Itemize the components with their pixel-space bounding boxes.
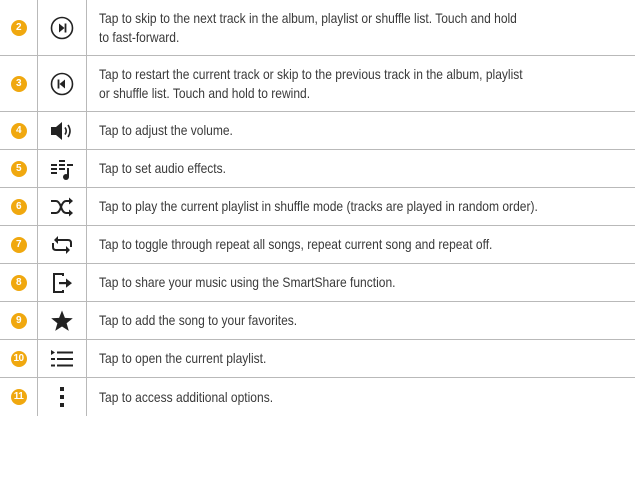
step-number-badge: 9 (10, 312, 27, 329)
row-description: Tap to play the current playlist in shuf… (99, 198, 538, 214)
icon-cell (37, 340, 87, 377)
icon-cell (37, 302, 87, 339)
table-row: 11 Tap to access additional options. (0, 378, 635, 416)
volume-icon (51, 121, 71, 140)
more-options-icon (60, 387, 64, 407)
row-number-cell: 2 (0, 0, 37, 55)
table-row: 7 Tap to toggle through repeat all songs… (0, 226, 635, 264)
table-row: 3 Tap to restart the current track or sk… (0, 56, 635, 112)
playlist-icon (51, 349, 73, 366)
step-number-badge: 2 (10, 19, 27, 36)
table-row: 8 Tap to share your music using the Smar… (0, 264, 635, 302)
icon-cell (37, 150, 87, 187)
next-track-icon (50, 16, 74, 39)
icon-cell (37, 226, 87, 263)
icon-cell (37, 188, 87, 225)
row-number-cell: 5 (0, 150, 37, 187)
row-description: Tap to toggle through repeat all songs, … (99, 236, 493, 252)
star-icon (51, 310, 73, 331)
row-number-cell: 3 (0, 56, 37, 111)
row-description: Tap to set audio effects. (99, 160, 226, 176)
row-number-cell: 8 (0, 264, 37, 301)
row-description: Tap to adjust the volume. (99, 122, 233, 138)
icon-cell (37, 378, 87, 416)
row-description: Tap to share your music using the SmartS… (99, 274, 396, 290)
step-number-badge: 8 (10, 274, 27, 291)
row-number-cell: 9 (0, 302, 37, 339)
step-number-badge: 6 (10, 198, 27, 215)
icon-cell (37, 112, 87, 149)
row-description: Tap to restart the current track or skip… (99, 65, 523, 101)
icon-cell (37, 264, 87, 301)
table-row: 4 Tap to adjust the volume. (0, 112, 635, 150)
row-number-cell: 4 (0, 112, 37, 149)
table-row: 5 Tap to set audio effects. (0, 150, 635, 188)
step-number-badge: 11 (10, 389, 27, 405)
row-number-cell: 7 (0, 226, 37, 263)
table-row: 10 Tap to open the current playlist. (0, 340, 635, 378)
table-row: 2 Tap to skip to the next track in the a… (0, 0, 635, 56)
row-number-cell: 11 (0, 378, 37, 416)
step-number-badge: 10 (10, 350, 27, 367)
table-row: 6 Tap to play the current playlist in sh… (0, 188, 635, 226)
previous-track-icon (50, 72, 74, 95)
table-row: 9 Tap to add the song to your favorites. (0, 302, 635, 340)
icon-reference-table: 2 Tap to skip to the next track in the a… (0, 0, 635, 416)
audio-effects-icon (51, 159, 73, 180)
step-number-badge: 4 (10, 122, 27, 139)
repeat-icon (52, 235, 72, 254)
step-number-badge: 7 (10, 236, 27, 253)
share-icon (53, 272, 72, 293)
step-number-badge: 5 (10, 160, 27, 177)
icon-cell (37, 56, 87, 111)
row-number-cell: 6 (0, 188, 37, 225)
row-description: Tap to access additional options. (99, 388, 274, 405)
icon-cell (37, 0, 87, 55)
row-description: Tap to add the song to your favorites. (99, 312, 298, 328)
row-description: Tap to skip to the next track in the alb… (99, 9, 517, 45)
shuffle-icon (51, 197, 73, 216)
row-description: Tap to open the current playlist. (99, 350, 267, 366)
row-number-cell: 10 (0, 340, 37, 377)
step-number-badge: 3 (10, 75, 27, 92)
